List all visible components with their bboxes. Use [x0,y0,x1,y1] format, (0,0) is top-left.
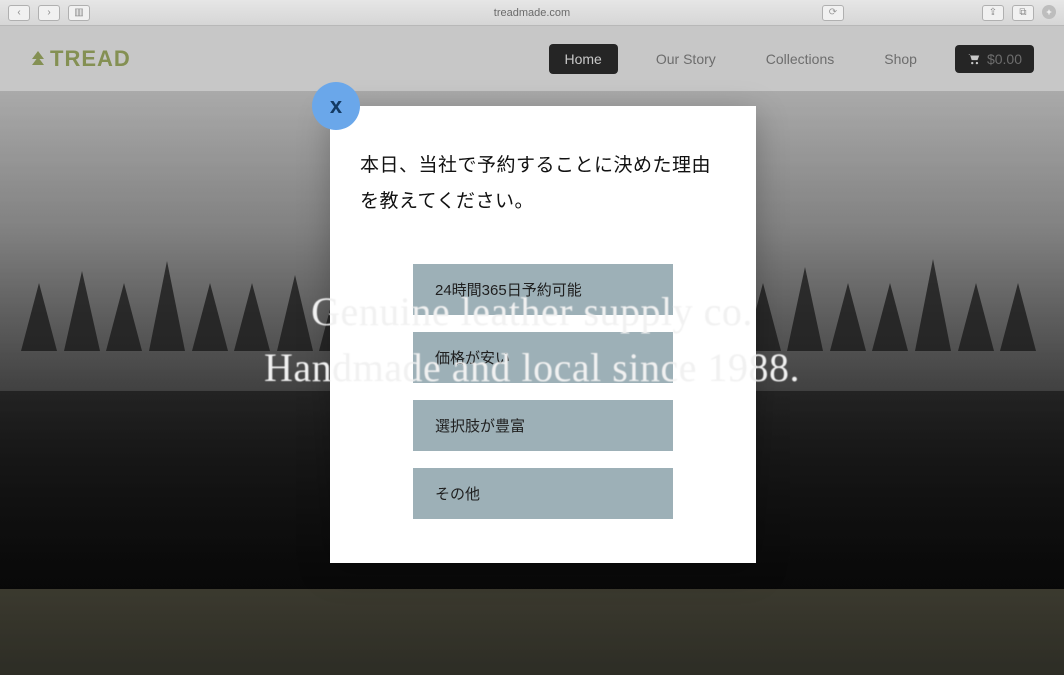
new-tab-button[interactable]: + [1042,5,1056,19]
close-icon: x [330,93,342,119]
close-button[interactable]: x [312,82,360,130]
tabs-button[interactable]: ⧉ [1012,5,1034,21]
page-content: TREAD Home Our Story Collections Shop $0… [0,26,1064,675]
survey-option-4[interactable]: その他 [413,468,673,519]
back-button[interactable]: ‹ [8,5,30,21]
sidebar-button[interactable]: ▥ [68,5,90,21]
forward-button[interactable]: › [38,5,60,21]
address-bar[interactable]: treadmade.com [494,7,570,19]
hero-line-1: Genuine leather supply co. [311,289,753,334]
browser-toolbar: ‹ › ▥ treadmade.com ⟳ ⇪ ⧉ + [0,0,1064,26]
survey-question: 本日、当社で予約することに決めた理由を教えてください。 [360,148,726,220]
reload-button[interactable]: ⟳ [822,5,844,21]
hero-headline: Genuine leather supply co. Handmade and … [264,284,800,396]
survey-option-3[interactable]: 選択肢が豊富 [413,400,673,451]
hero-line-2: Handmade and local since 1988. [264,345,800,390]
share-button[interactable]: ⇪ [982,5,1004,21]
